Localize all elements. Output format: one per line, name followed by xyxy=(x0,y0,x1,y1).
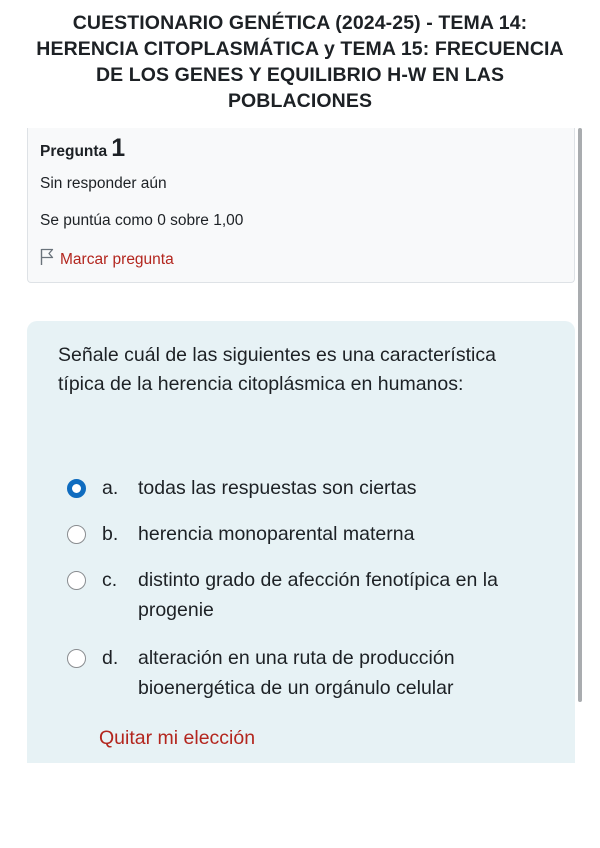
question-number: 1 xyxy=(111,134,126,162)
answer-letter: c. xyxy=(102,569,118,591)
radio-unselected-icon[interactable] xyxy=(67,649,86,668)
quiz-title-line: DE LOS GENES Y EQUILIBRIO H-W EN LAS xyxy=(95,64,505,86)
radio-unselected-icon[interactable] xyxy=(67,525,86,544)
question-grade: Se puntúa como 0 sobre 1,00 xyxy=(40,212,244,229)
scrollbar[interactable] xyxy=(578,128,582,702)
answer-text: alteración en una ruta de producción bio… xyxy=(138,647,455,699)
question-label: Pregunta xyxy=(40,143,108,160)
quiz-title-line: HERENCIA CITOPLASMÁTICA y TEMA 15: FRECU… xyxy=(36,38,564,60)
flag-outline-icon xyxy=(40,248,60,271)
question-info-card: Pregunta 1 Sin responder aún Se puntúa co… xyxy=(27,128,575,283)
quiz-title: CUESTIONARIO GENÉTICA (2024-25) - TEMA 1… xyxy=(8,10,592,114)
answer-text: distinto grado de afección fenotípica en… xyxy=(138,569,498,621)
question-heading: Pregunta 1 xyxy=(40,134,125,163)
quiz-page: CUESTIONARIO GENÉTICA (2024-25) - TEMA 1… xyxy=(0,0,600,848)
answer-text: herencia monoparental materna xyxy=(138,523,415,545)
flag-question-label: Marcar pregunta xyxy=(60,250,174,268)
clear-choice-link[interactable]: Quitar mi elección xyxy=(99,727,255,750)
question-formulation: Señale cuál de las siguientes es una car… xyxy=(27,321,575,763)
answer-option-a[interactable]: a. todas las respuestas son ciertas xyxy=(67,473,537,503)
answer-letter: b. xyxy=(102,523,119,545)
radio-unselected-icon[interactable] xyxy=(67,571,86,590)
radio-selected-icon[interactable] xyxy=(67,479,86,498)
question-status: Sin responder aún xyxy=(40,175,167,192)
answer-letter: d. xyxy=(102,647,119,669)
answer-option-b[interactable]: b. herencia monoparental materna xyxy=(67,519,537,549)
flag-question-link[interactable]: Marcar pregunta xyxy=(40,248,174,271)
answer-option-d[interactable]: d. alteración en una ruta de producción … xyxy=(67,643,537,703)
quiz-title-line: CUESTIONARIO GENÉTICA (2024-25) - TEMA 1… xyxy=(72,12,528,34)
answer-text: todas las respuestas son ciertas xyxy=(138,477,417,499)
answer-option-c[interactable]: c. distinto grado de afección fenotípica… xyxy=(67,565,537,625)
answer-letter: a. xyxy=(102,477,119,499)
quiz-title-line: POBLACIONES xyxy=(227,90,373,112)
question-text: Señale cuál de las siguientes es una car… xyxy=(58,344,496,395)
